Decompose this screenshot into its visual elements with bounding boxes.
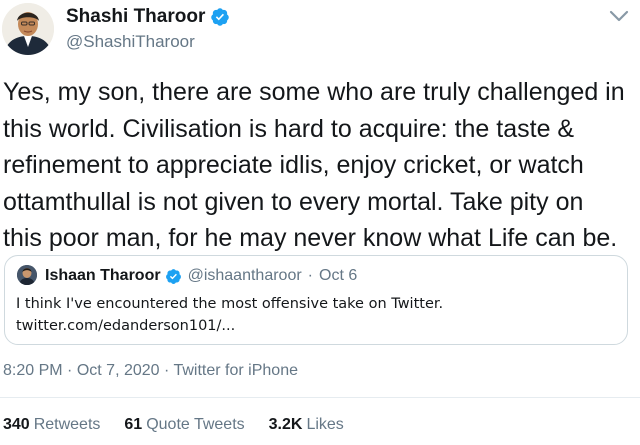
quote-tweets-count: 61	[124, 416, 143, 433]
quoted-text-line: I think I've encountered the most offens…	[16, 296, 444, 312]
author-avatar[interactable]	[2, 3, 54, 55]
quoted-separator: ·	[307, 267, 313, 284]
quoted-tweet[interactable]: Ishaan Tharoor @ishaantharoor · Oct 6 I …	[4, 255, 628, 345]
likes-count: 3.2K	[268, 416, 303, 433]
likes-stat[interactable]: 3.2K Likes	[269, 416, 344, 434]
quoted-author-name[interactable]: Ishaan Tharoor	[45, 267, 161, 285]
quote-tweets-label: Quote Tweets	[146, 416, 245, 433]
retweets-count: 340	[3, 416, 30, 433]
tweet-header: Shashi Tharoor @ShashiTharoor	[0, 0, 640, 66]
tweet-text: Yes, my son, there are some who are trul…	[3, 78, 625, 252]
verified-badge-icon	[210, 7, 230, 27]
quoted-date[interactable]: Oct 6	[319, 267, 357, 285]
quoted-verified-badge-icon	[165, 268, 182, 285]
tweet-meta: 8:20 PM · Oct 7, 2020 · Twitter for iPho…	[3, 362, 298, 380]
quoted-header: Ishaan Tharoor @ishaantharoor · Oct 6	[45, 265, 357, 287]
meta-separator: ·	[164, 362, 170, 379]
tweet-date[interactable]: Oct 7, 2020	[77, 362, 160, 379]
quoted-author-avatar[interactable]	[17, 265, 37, 285]
meta-separator: ·	[67, 362, 73, 379]
author-handle[interactable]: @ShashiTharoor	[66, 32, 195, 52]
tweet: Shashi Tharoor @ShashiTharoor Yes, my so…	[0, 0, 640, 445]
author-name-row: Shashi Tharoor	[66, 5, 230, 29]
more-options-icon[interactable]	[604, 6, 634, 28]
tweet-source[interactable]: Twitter for iPhone	[173, 362, 298, 379]
divider	[0, 397, 640, 398]
quoted-text: I think I've encountered the most offens…	[16, 293, 616, 337]
quote-tweets-stat[interactable]: 61 Quote Tweets	[124, 416, 244, 434]
retweets-label: Retweets	[33, 416, 101, 433]
tweet-time[interactable]: 8:20 PM	[3, 362, 63, 379]
quoted-author-handle[interactable]: @ishaantharoor	[188, 267, 302, 285]
likes-label: Likes	[306, 416, 344, 433]
retweets-stat[interactable]: 340 Retweets	[3, 416, 100, 434]
tweet-stats: 340 Retweets 61 Quote Tweets 3.2K Likes	[3, 416, 368, 434]
author-name[interactable]: Shashi Tharoor	[66, 6, 205, 28]
quoted-link[interactable]: twitter.com/edanderson101/...	[16, 315, 616, 337]
